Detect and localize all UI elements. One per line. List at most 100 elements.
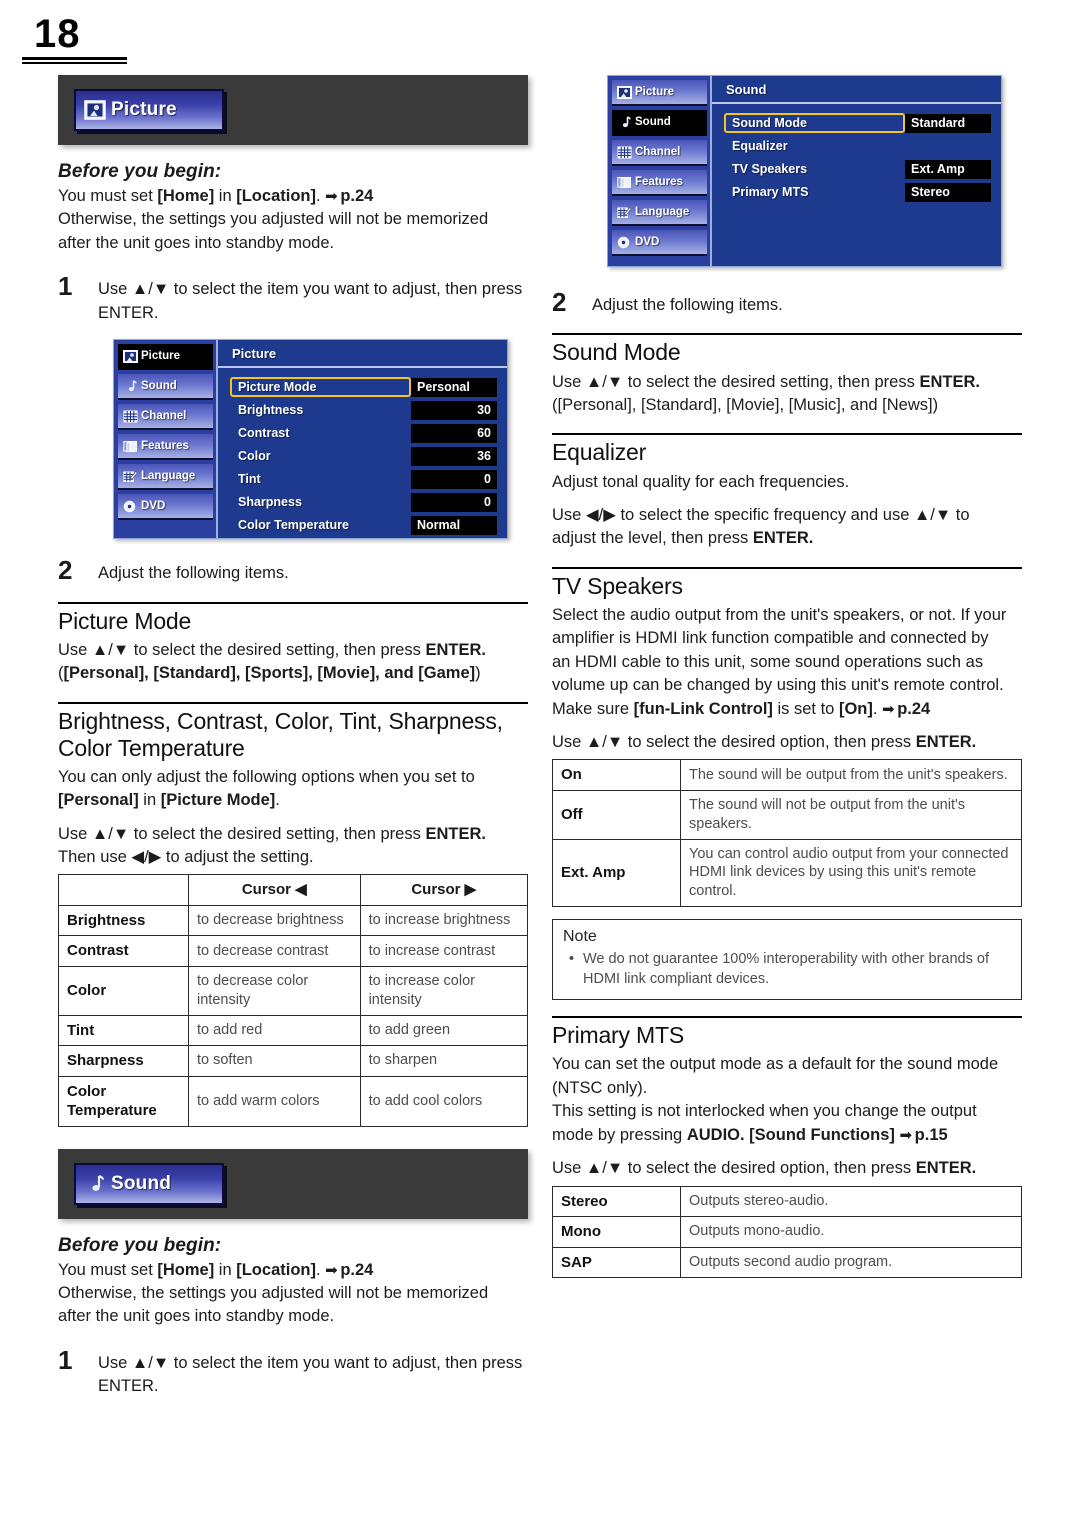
osd-row-label: Picture Mode <box>230 377 411 398</box>
row-left: to decrease brightness <box>188 904 361 937</box>
pm-l1-text: Use ▲/▼ to select the desired setting, t… <box>58 640 426 659</box>
step-1b-line2: ENTER. <box>98 1377 159 1396</box>
pmts-l4-audio: AUDIO. [Sound Functions] <box>686 1125 895 1144</box>
before-you-begin-heading: Before you begin: <box>58 161 222 182</box>
primary-mts-use-line: Use ▲/▼ to select the desired option, th… <box>552 1157 1022 1180</box>
sidebar-item-picture-label: Picture <box>635 86 674 98</box>
sound-banner-button[interactable]: Sound <box>74 1162 224 1205</box>
osd-row-label: Color <box>238 449 271 464</box>
osd-row-brightness[interactable]: Brightness 30 <box>232 400 497 420</box>
tv-speakers-heading: TV Speakers <box>552 572 683 599</box>
sidebar-item-sound[interactable]: Sound <box>118 374 213 401</box>
osd-row-value: 36 <box>411 446 497 466</box>
adjust-section-heading: Brightness, Contrast, Color, Tint, Sharp… <box>58 708 528 762</box>
byb-l1-mid: in <box>214 187 237 205</box>
osd-row-contrast[interactable]: Contrast 60 <box>232 423 497 443</box>
sidebar-item-channel[interactable]: Channel <box>612 140 707 166</box>
osd-row-sound-mode[interactable]: Sound Mode Standard <box>724 113 991 133</box>
sound-mode-heading: Sound Mode <box>552 339 681 366</box>
osd-row-primary-mts[interactable]: Primary MTS Stereo <box>726 182 991 202</box>
tv-speakers-use-line: Use ▲/▼ to select the desired option, th… <box>552 731 1022 754</box>
features-layers-icon <box>123 440 138 453</box>
primary-mts-line4: mode by pressing AUDIO. [Sound Functions… <box>552 1124 1022 1147</box>
row-key: Color <box>58 965 189 1016</box>
page-ref-arrow-icon: ➡ <box>899 1126 912 1144</box>
step-2-number: 2 <box>58 555 73 586</box>
osd-row-color[interactable]: Color 36 <box>232 446 497 466</box>
tv-speakers-line2: amplifier is HDMI link function compatib… <box>552 629 989 648</box>
picture-banner-button[interactable]: Picture <box>74 89 224 131</box>
table-header-row: Cursor ◀ Cursor ▶ <box>58 874 529 906</box>
page-rule-thick <box>22 57 127 60</box>
byb2-l1-home: [Home] <box>157 1260 215 1279</box>
before-you-begin-2-heading: Before you begin: <box>58 1234 222 1256</box>
osd-row-value: 0 <box>411 469 497 489</box>
osd-row-picture-mode[interactable]: Picture Mode Personal <box>230 377 497 398</box>
section-rule <box>552 566 1022 569</box>
sidebar-item-features[interactable]: Features <box>118 434 213 461</box>
step-1-line2: ENTER. <box>98 303 159 322</box>
osd-row-label: Equalizer <box>732 139 788 153</box>
step-1-number: 1 <box>58 271 73 302</box>
tv-speakers-line1: Select the audio output from the unit's … <box>552 605 1007 624</box>
pmts-l4-page: p.15 <box>914 1125 948 1144</box>
picture-osd-screenshot: Picture Sound Channel Features Language … <box>113 339 508 540</box>
osd-row-value: 0 <box>411 492 497 512</box>
osd-row-value: Standard <box>905 113 991 133</box>
row-left: to decrease color intensity <box>188 965 361 1016</box>
picture-mode-options: ([Personal], [Standard], [Sports], [Movi… <box>58 662 528 685</box>
adjust-heading-line2: Color Temperature <box>58 734 245 761</box>
osd-row-label: Sharpness <box>238 495 302 510</box>
pm-opt-suf: ) <box>475 664 481 683</box>
osd-row-label: Primary MTS <box>732 185 809 199</box>
sidebar-item-features-label: Features <box>141 440 189 453</box>
sidebar-item-channel[interactable]: Channel <box>118 404 213 431</box>
sidebar-item-dvd-label: DVD <box>141 500 166 513</box>
osd-row-equalizer[interactable]: Equalizer <box>726 136 991 156</box>
before-you-begin-line3: after the unit goes into standby mode. <box>58 233 335 252</box>
sound-note-icon <box>123 379 138 393</box>
sidebar-item-features[interactable]: Features <box>612 170 707 196</box>
byb2-l1-page: p.24 <box>340 1260 374 1279</box>
section-rule <box>58 601 528 604</box>
note-box: Note • We do not guarantee 100% interope… <box>552 919 1022 1001</box>
step-2-right-text: Adjust the following items. <box>592 296 783 314</box>
byb2-l1-pre: You must set <box>58 1260 158 1279</box>
sidebar-item-language-label: Language <box>635 206 690 218</box>
sidebar-item-picture[interactable]: Picture <box>118 344 213 371</box>
sidebar-item-language[interactable]: Language <box>612 200 707 226</box>
sound-section-banner: Sound <box>58 1148 528 1219</box>
table-row: Contrast to decrease contrast to increas… <box>58 935 529 967</box>
byb-l1-pre: You must set <box>58 187 158 205</box>
section-rule <box>552 333 1022 336</box>
osd-row-value: Stereo <box>905 182 991 202</box>
equalizer-line2: Use ◀/▶ to select the specific frequency… <box>552 505 970 524</box>
byb2-l1-mid: in <box>214 1260 237 1279</box>
osd-row-sharpness[interactable]: Sharpness 0 <box>232 492 497 512</box>
channel-grid-icon <box>617 146 632 159</box>
step-1b-line1: Use ▲/▼ to select the item you want to a… <box>98 1353 523 1372</box>
adjust-body-line2: [Personal] in [Picture Mode]. <box>58 789 528 812</box>
sound-osd-title: Sound <box>712 76 1001 104</box>
sidebar-item-language[interactable]: Language <box>118 464 213 491</box>
table-row: On The sound will be output from the uni… <box>552 759 1022 791</box>
sidebar-item-picture-label: Picture <box>141 350 180 363</box>
osd-row-color-temperature[interactable]: Color Temperature Normal <box>232 515 497 535</box>
sidebar-item-picture[interactable]: Picture <box>612 80 707 106</box>
sidebar-item-dvd[interactable]: DVD <box>118 494 213 521</box>
sidebar-item-dvd[interactable]: DVD <box>612 230 707 256</box>
sidebar-item-sound[interactable]: Sound <box>612 110 707 136</box>
osd-row-tv-speakers[interactable]: TV Speakers Ext. Amp <box>726 159 991 179</box>
osd-row-tint[interactable]: Tint 0 <box>232 469 497 489</box>
sound-osd-screenshot: Picture Sound Channel Features Language … <box>607 75 1002 267</box>
step-2-right: 2 Adjust the following items. <box>552 289 1022 317</box>
cursor-table: Cursor ◀ Cursor ▶ Brightness to decrease… <box>58 874 529 1127</box>
sidebar-item-channel-label: Channel <box>635 146 681 158</box>
dvd-disc-icon <box>617 236 632 249</box>
sound-osd-sidebar: Picture Sound Channel Features Language … <box>608 76 712 266</box>
sound-mode-line1: Use ▲/▼ to select the desired setting, t… <box>552 371 1022 394</box>
step-1b-text: Use ▲/▼ to select the item you want to a… <box>98 1347 522 1399</box>
equalizer-line3: adjust the level, then press ENTER. <box>552 527 1022 550</box>
row-right: to increase brightness <box>359 904 529 937</box>
dvd-disc-icon <box>123 500 138 513</box>
